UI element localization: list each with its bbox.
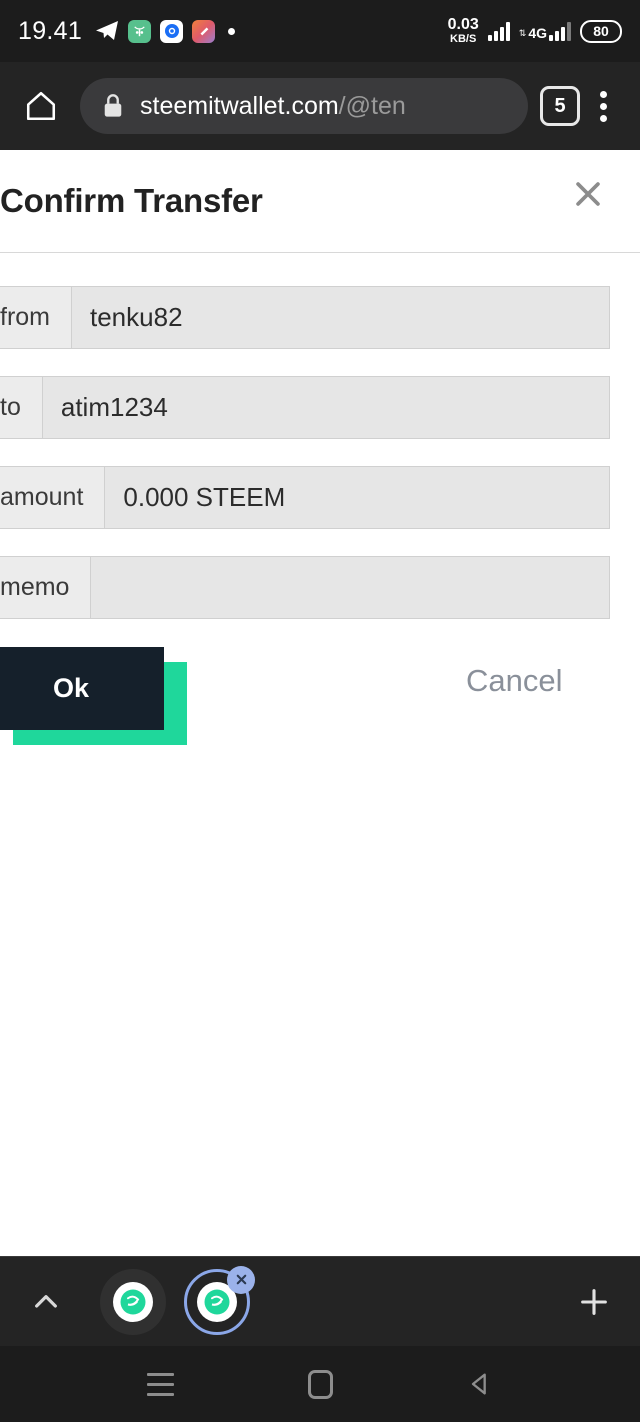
field-value-amount[interactable]: 0.000 STEEM <box>104 466 610 529</box>
cancel-button[interactable]: Cancel <box>466 663 563 699</box>
ok-button-wrap: Ok <box>0 647 187 745</box>
field-label-to: to <box>0 376 42 439</box>
back-triangle-icon[interactable] <box>452 1356 508 1412</box>
field-value-memo[interactable] <box>90 556 610 619</box>
url-domain: steemitwallet.com <box>140 91 339 120</box>
green-app-icon <box>128 19 152 43</box>
battery-indicator: 80 <box>580 19 622 43</box>
home-square-icon[interactable] <box>292 1356 348 1412</box>
page-title: Confirm Transfer <box>0 182 263 219</box>
url-path: /@ten <box>338 91 406 120</box>
browser-toolbar: steemitwallet.com/@ten 5 <box>0 62 640 150</box>
recents-icon[interactable] <box>132 1356 188 1412</box>
table-row: memo <box>0 556 640 619</box>
status-bar: 19.41 0.03 KB/S ⇅ 4G 80 <box>0 0 640 62</box>
table-row: amount 0.000 STEEM <box>0 466 640 529</box>
open-tabs-list <box>100 1265 255 1335</box>
data-rate-value: 0.03 <box>447 16 479 33</box>
mobile-signal-bars-icon <box>549 21 571 41</box>
steemit-favicon-icon <box>113 1281 153 1322</box>
web-page-content: Confirm Transfer from tenku82 to atim123… <box>0 150 640 1256</box>
url-bar[interactable]: steemitwallet.com/@ten <box>80 78 528 134</box>
ok-button[interactable]: Ok <box>0 647 164 730</box>
steemit-tab-active[interactable] <box>184 1265 255 1335</box>
data-rate-unit: KB/S <box>450 33 477 45</box>
field-value-from[interactable]: tenku82 <box>71 286 610 349</box>
dialog-actions: Ok Cancel <box>0 647 640 767</box>
telegram-icon <box>95 19 119 43</box>
phone-screen: 19.41 0.03 KB/S ⇅ 4G 80 steemitwallet.co… <box>0 0 640 1422</box>
network-type-label: 4G <box>528 24 547 41</box>
tab-counter-button[interactable]: 5 <box>540 86 580 126</box>
url-text: steemitwallet.com/@ten <box>140 92 406 121</box>
status-notification-icons <box>95 19 236 43</box>
table-row: from tenku82 <box>0 286 640 349</box>
android-navigation-bar <box>0 1346 640 1422</box>
overflow-menu-icon[interactable] <box>580 79 626 133</box>
gradient-app-icon <box>192 19 216 43</box>
chevron-up-icon[interactable] <box>22 1278 70 1326</box>
mobile-network-indicator: ⇅ 4G <box>518 21 571 41</box>
status-bar-left: 19.41 <box>18 16 236 46</box>
tab-close-icon[interactable] <box>227 1265 255 1294</box>
field-label-memo: memo <box>0 556 91 619</box>
confirm-transfer-dialog: Confirm Transfer from tenku82 to atim123… <box>0 150 640 767</box>
field-label-amount: amount <box>0 466 105 529</box>
lock-icon <box>102 93 124 119</box>
dialog-header: Confirm Transfer <box>0 150 640 252</box>
signal-bars-icon <box>487 21 510 41</box>
field-label-from: from <box>0 286 71 349</box>
data-rate-indicator: 0.03 KB/S <box>448 17 479 45</box>
status-bar-right: 0.03 KB/S ⇅ 4G 80 <box>448 17 622 45</box>
field-value-to[interactable]: atim1234 <box>41 376 610 439</box>
steemit-tab-inactive[interactable] <box>100 1268 166 1335</box>
browser-tab-strip <box>0 1256 640 1346</box>
transfer-form: from tenku82 to atim1234 amount 0.000 ST… <box>0 253 640 619</box>
close-icon[interactable] <box>566 172 610 216</box>
data-arrows-icon: ⇅ <box>518 27 527 38</box>
blue-circle-app-icon <box>160 19 184 43</box>
dot-indicator-icon <box>228 27 236 35</box>
table-row: to atim1234 <box>0 376 640 439</box>
plus-icon[interactable] <box>570 1278 618 1326</box>
status-clock: 19.41 <box>18 16 83 45</box>
home-icon[interactable] <box>14 79 68 133</box>
